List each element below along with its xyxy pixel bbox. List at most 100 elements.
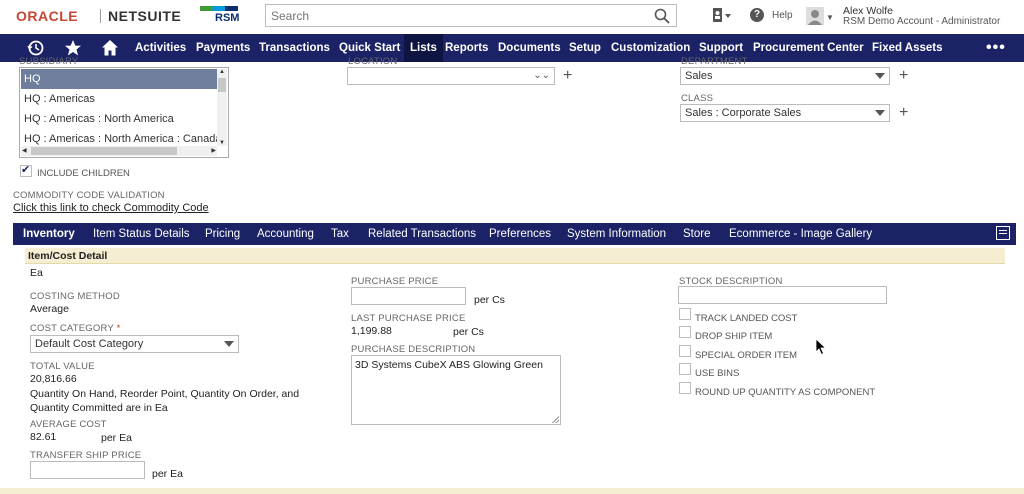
help-link[interactable]: Help	[772, 10, 793, 21]
add-location-icon[interactable]: +	[563, 68, 572, 84]
commodity-code-link[interactable]: Click this link to check Commodity Code	[13, 202, 209, 214]
rsm-logo-bars	[200, 6, 238, 11]
subsidiary-listbox[interactable]: HQ HQ : Americas HQ : Americas : North A…	[19, 67, 229, 158]
star-icon[interactable]	[64, 39, 82, 57]
purchase-description-textarea[interactable]: 3D Systems CubeX ABS Glowing Green	[351, 355, 561, 425]
mouse-pointer-icon	[815, 338, 827, 356]
add-department-icon[interactable]: +	[899, 68, 908, 84]
cost-category-label: COST CATEGORY *	[30, 323, 120, 334]
commodity-code-label: COMMODITY CODE VALIDATION	[13, 190, 165, 201]
department-value: Sales	[685, 70, 713, 82]
purchase-description-label: PURCHASE DESCRIPTION	[351, 344, 476, 355]
help-icon[interactable]: ?	[750, 8, 764, 22]
nav-documents[interactable]: Documents	[498, 34, 561, 62]
chevron-down-icon[interactable]	[224, 341, 234, 347]
department-select[interactable]: Sales	[680, 67, 890, 85]
tab-accounting[interactable]: Accounting	[257, 223, 314, 245]
user-role[interactable]: RSM Demo Account - Administrator	[843, 16, 1000, 27]
class-select[interactable]: Sales : Corporate Sales	[680, 104, 890, 122]
last-purchase-price-unit: per Cs	[453, 326, 484, 338]
global-search[interactable]	[265, 4, 677, 27]
chevron-down-icon[interactable]	[875, 110, 885, 116]
list-item[interactable]: HQ : Americas	[21, 89, 218, 109]
transfer-ship-price-unit: per Ea	[152, 468, 183, 480]
last-purchase-price-label: LAST PURCHASE PRICE	[351, 313, 466, 324]
search-icon[interactable]	[654, 8, 670, 24]
location-label: LOCATION	[348, 56, 398, 67]
subtab-bar: Inventory Item Status Details Pricing Ac…	[13, 223, 1016, 245]
drop-ship-item-label: DROP SHIP ITEM	[695, 331, 773, 342]
nav-activities[interactable]: Activities	[135, 34, 186, 62]
rsm-logo[interactable]: RSM	[200, 6, 240, 26]
stock-description-input[interactable]	[678, 286, 887, 304]
resize-grip-icon[interactable]	[552, 416, 559, 423]
nav-procurement-center[interactable]: Procurement Center	[753, 34, 864, 62]
scroll-down-icon[interactable]: ▼	[219, 140, 225, 146]
chevron-down-icon[interactable]	[875, 73, 885, 79]
search-input[interactable]	[266, 5, 646, 26]
recent-records-icon[interactable]	[710, 7, 732, 25]
main-nav: Activities Payments Transactions Quick S…	[0, 34, 1024, 62]
horizontal-scrollbar[interactable]: ◀ ▶	[21, 146, 217, 156]
vertical-scrollbar[interactable]: ▲ ▼	[217, 69, 227, 146]
scrollbar-thumb[interactable]	[31, 147, 177, 155]
tab-item-status-details[interactable]: Item Status Details	[93, 223, 190, 245]
quantity-unit-note: Quantity On Hand, Reorder Point, Quantit…	[30, 388, 300, 414]
tab-tax[interactable]: Tax	[331, 223, 349, 245]
class-value: Sales : Corporate Sales	[685, 107, 802, 119]
purchase-description-value: 3D Systems CubeX ABS Glowing Green	[355, 359, 543, 371]
tab-inventory[interactable]: Inventory	[23, 223, 75, 245]
use-bins-label: USE BINS	[695, 368, 740, 379]
netsuite-logo[interactable]: NETSUITE	[108, 8, 181, 24]
list-item[interactable]: HQ : Americas : North America	[21, 109, 218, 129]
nav-lists[interactable]: Lists	[404, 34, 443, 62]
round-up-quantity-label: ROUND UP QUANTITY AS COMPONENT	[695, 387, 876, 398]
scroll-up-icon[interactable]: ▲	[219, 69, 225, 75]
list-item[interactable]: HQ	[21, 69, 218, 89]
cost-category-select[interactable]: Default Cost Category	[30, 335, 239, 353]
purchase-price-input[interactable]	[351, 287, 466, 305]
drop-ship-item-checkbox[interactable]	[679, 326, 691, 338]
round-up-quantity-checkbox[interactable]	[679, 382, 691, 394]
include-children-checkbox[interactable]	[20, 163, 32, 177]
use-bins-checkbox[interactable]	[679, 363, 691, 375]
total-value-label: TOTAL VALUE	[30, 361, 95, 372]
nav-payments[interactable]: Payments	[196, 34, 250, 62]
tab-system-information[interactable]: System Information	[567, 223, 666, 245]
special-order-item-checkbox[interactable]	[679, 345, 691, 357]
tab-pricing[interactable]: Pricing	[205, 223, 240, 245]
oracle-logo[interactable]: ORACLE	[16, 8, 78, 24]
home-icon[interactable]	[101, 39, 119, 57]
nav-more-icon[interactable]: •••	[986, 34, 1006, 62]
scroll-left-icon[interactable]: ◀	[22, 147, 27, 154]
scrollbar-thumb[interactable]	[218, 78, 226, 92]
track-landed-cost-checkbox[interactable]	[679, 308, 691, 320]
avatar[interactable]	[806, 7, 824, 25]
tab-ecommerce-image-gallery[interactable]: Ecommerce - Image Gallery	[729, 223, 872, 245]
average-cost-label: AVERAGE COST	[30, 419, 107, 430]
tab-preferences[interactable]: Preferences	[489, 223, 551, 245]
double-chevron-down-icon[interactable]: ⌄⌄	[533, 68, 550, 84]
average-cost-unit: per Ea	[101, 432, 132, 444]
location-select[interactable]: ⌄⌄	[347, 67, 555, 85]
department-label: DEPARTMENT	[681, 56, 748, 67]
transfer-ship-price-input[interactable]	[30, 461, 145, 479]
nav-fixed-assets[interactable]: Fixed Assets	[872, 34, 943, 62]
nav-customization[interactable]: Customization	[611, 34, 690, 62]
subtab-menu-icon[interactable]	[996, 226, 1010, 240]
tab-store[interactable]: Store	[683, 223, 711, 245]
last-purchase-price-value: 1,199.88	[351, 325, 392, 337]
recent-history-icon[interactable]	[27, 39, 45, 57]
scroll-right-icon[interactable]: ▶	[211, 147, 216, 154]
nav-setup[interactable]: Setup	[569, 34, 601, 62]
add-class-icon[interactable]: +	[899, 105, 908, 121]
nav-reports[interactable]: Reports	[445, 34, 488, 62]
top-bar: ORACLE NETSUITE RSM ? Help ▼ Alex Wolfe …	[0, 0, 1024, 34]
tab-related-transactions[interactable]: Related Transactions	[368, 223, 476, 245]
special-order-item-label: SPECIAL ORDER ITEM	[695, 350, 798, 361]
base-unit-value: Ea	[30, 267, 43, 279]
chevron-down-icon[interactable]: ▼	[826, 13, 834, 22]
include-children-label: INCLUDE CHILDREN	[37, 168, 130, 179]
nav-transactions[interactable]: Transactions	[259, 34, 330, 62]
rsm-logo-text: RSM	[215, 12, 240, 24]
